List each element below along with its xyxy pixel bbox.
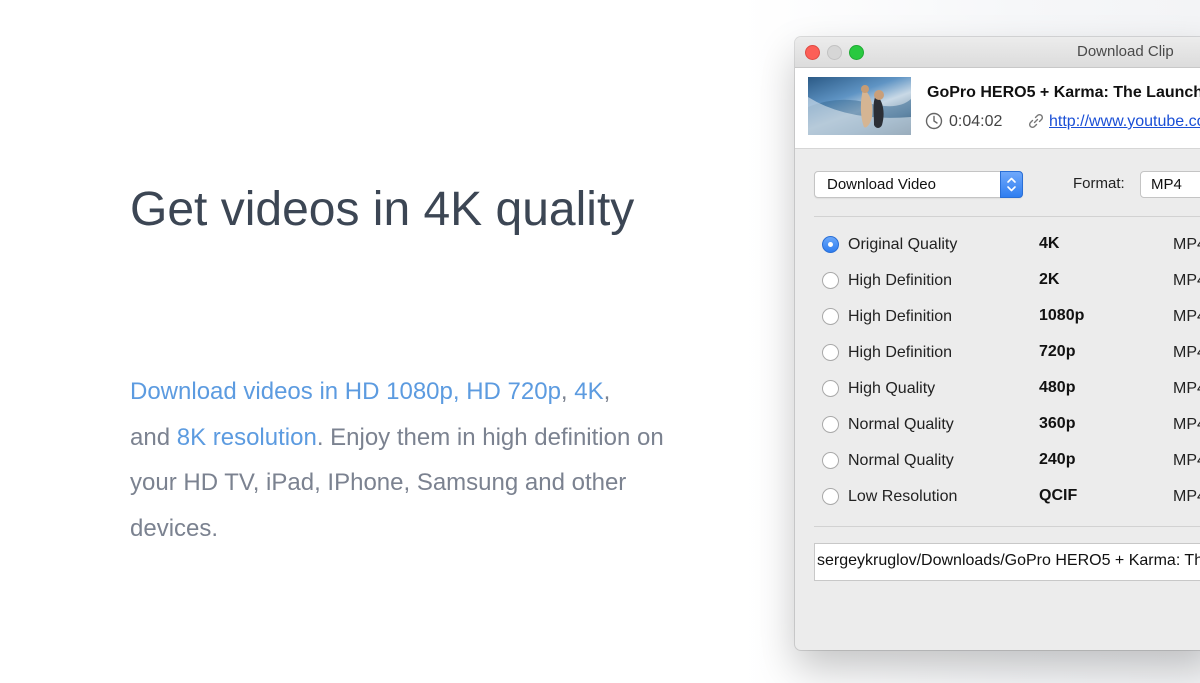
- quality-resolution: 240p: [1039, 451, 1076, 468]
- quality-name: Normal Quality: [848, 416, 954, 433]
- quality-name: High Quality: [848, 380, 936, 397]
- hero-title: Get videos in 4K quality: [130, 183, 635, 236]
- download-clip-window: Download Clip GoPro HERO5 + Karma: The L…: [795, 37, 1200, 650]
- zoom-button[interactable]: [849, 45, 864, 60]
- quality-radio-button[interactable]: [822, 236, 839, 253]
- hero-highlight-4k: 4K: [574, 378, 604, 405]
- quality-format: MP4: [1173, 488, 1200, 505]
- quality-radio-button[interactable]: [822, 344, 839, 361]
- quality-name: High Definition: [848, 344, 953, 361]
- quality-resolution: 4K: [1039, 235, 1060, 252]
- hero-description: Download videos in HD 1080p, HD 720p, 4K…: [130, 369, 710, 551]
- quality-radio-button[interactable]: [822, 416, 839, 433]
- quality-name: Low Resolution: [848, 488, 958, 505]
- chevron-updown-icon: [1000, 171, 1023, 198]
- format-label: Format:: [1073, 175, 1125, 192]
- quality-row[interactable]: Normal Quality 240p MP4: [795, 443, 1200, 479]
- clock-icon: [925, 112, 943, 130]
- video-duration: 0:04:02: [949, 113, 1003, 130]
- quality-name: High Definition: [848, 308, 953, 325]
- quality-format: MP4: [1173, 416, 1200, 433]
- download-type-select[interactable]: Download Video: [814, 171, 1023, 198]
- quality-radio-button[interactable]: [822, 308, 839, 325]
- quality-resolution: 2K: [1039, 271, 1060, 288]
- video-info-header: GoPro HERO5 + Karma: The Launch 0:04:02 …: [795, 68, 1200, 149]
- quality-radio-button[interactable]: [822, 488, 839, 505]
- divider: [814, 216, 1200, 217]
- save-path-value: sergeykruglov/Downloads/GoPro HERO5 + Ka…: [817, 552, 1200, 569]
- quality-format: MP4: [1173, 272, 1200, 289]
- quality-resolution: 360p: [1039, 415, 1076, 432]
- format-value: MP4: [1151, 176, 1182, 193]
- download-type-value: Download Video: [827, 176, 936, 193]
- quality-radio-button[interactable]: [822, 380, 839, 397]
- quality-resolution: 480p: [1039, 379, 1076, 396]
- hero-and: and: [130, 423, 177, 451]
- video-title: GoPro HERO5 + Karma: The Launch: [927, 84, 1200, 101]
- link-icon: [1028, 113, 1044, 129]
- quality-format: MP4: [1173, 380, 1200, 397]
- quality-radio-button[interactable]: [822, 272, 839, 289]
- quality-format: MP4: [1173, 236, 1200, 253]
- quality-name: Original Quality: [848, 236, 958, 253]
- quality-row[interactable]: Original Quality 4K MP4: [795, 227, 1200, 263]
- hero-comma: ,: [560, 378, 575, 405]
- hero-comma: ,: [603, 378, 611, 405]
- quality-name: High Definition: [848, 272, 953, 289]
- format-select[interactable]: MP4: [1140, 171, 1200, 198]
- save-path-field[interactable]: sergeykruglov/Downloads/GoPro HERO5 + Ka…: [814, 543, 1200, 581]
- divider: [814, 526, 1200, 527]
- quality-row[interactable]: High Definition 2K MP4: [795, 263, 1200, 299]
- hero-highlight-8k: 8K resolution: [176, 423, 317, 451]
- close-button[interactable]: [805, 45, 820, 60]
- quality-row[interactable]: Normal Quality 360p MP4: [795, 407, 1200, 443]
- video-thumbnail: [808, 77, 911, 135]
- window-titlebar: Download Clip: [795, 37, 1200, 68]
- minimize-button[interactable]: [827, 45, 842, 60]
- quality-radio-button[interactable]: [822, 452, 839, 469]
- quality-resolution: QCIF: [1039, 487, 1078, 504]
- quality-name: Normal Quality: [848, 452, 954, 469]
- video-url-link[interactable]: http://www.youtube.com: [1049, 113, 1200, 131]
- quality-row[interactable]: High Definition 1080p MP4: [795, 299, 1200, 335]
- window-title: Download Clip: [1077, 43, 1174, 60]
- quality-format: MP4: [1173, 344, 1200, 361]
- quality-format: MP4: [1173, 452, 1200, 469]
- quality-row[interactable]: Low Resolution QCIF MP4: [795, 479, 1200, 515]
- quality-row[interactable]: High Definition 720p MP4: [795, 335, 1200, 371]
- quality-format: MP4: [1173, 308, 1200, 325]
- hero-highlight-resolutions: Download videos in HD 1080p, HD 720p: [130, 378, 561, 405]
- quality-resolution: 1080p: [1039, 307, 1085, 324]
- quality-resolution: 720p: [1039, 343, 1076, 360]
- quality-row[interactable]: High Quality 480p MP4: [795, 371, 1200, 407]
